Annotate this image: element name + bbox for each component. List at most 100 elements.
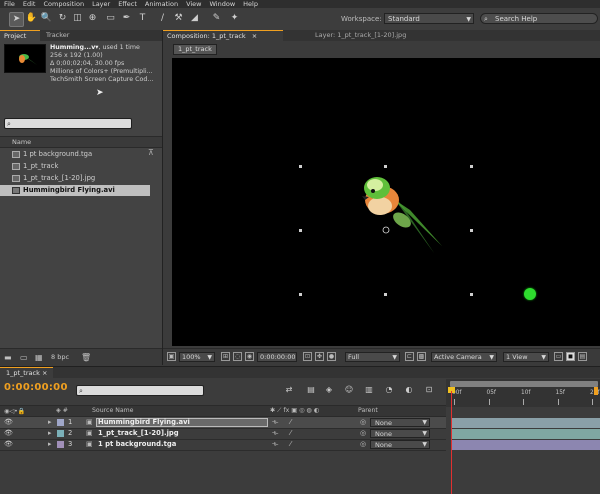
channel-icon[interactable]: ✤: [315, 352, 324, 361]
brainstorm-icon[interactable]: ◐: [404, 385, 414, 395]
motion-blur-icon[interactable]: ◔: [384, 385, 394, 395]
toggle-pixel-aspect-icon[interactable]: ▭: [554, 352, 563, 361]
timeline-current-time[interactable]: 0:00:00:00: [4, 382, 68, 393]
shy-switch-icon[interactable]: ⟛: [272, 428, 278, 439]
tab-project[interactable]: Project: [0, 30, 40, 41]
timeline-layer-row[interactable]: 👁 ▸ 3 ▣ 1 pt background.tga ⟛ ⁄ ◎ None ▼: [0, 439, 446, 451]
timeline-toggle-icon[interactable]: ▤: [578, 352, 587, 361]
color-channel-icon[interactable]: ●: [327, 352, 336, 361]
zoom-tool-icon[interactable]: 🔍: [40, 12, 53, 25]
camera-tool-icon[interactable]: ◫: [71, 12, 84, 25]
eye-icon[interactable]: 👁: [4, 439, 13, 450]
new-composition-icon[interactable]: ▦: [35, 353, 43, 362]
live-update-icon[interactable]: ▤: [306, 385, 316, 395]
camera-snapshot-icon[interactable]: ⊡: [303, 352, 312, 361]
parent-select[interactable]: None ▼: [370, 429, 430, 438]
composition-viewer[interactable]: [172, 58, 600, 346]
type-tool-icon[interactable]: T: [136, 12, 149, 25]
pen-tool-icon[interactable]: ✒: [120, 12, 133, 25]
view-layout-select[interactable]: 1 View ▼: [503, 352, 549, 362]
menu-window[interactable]: Window: [210, 0, 236, 8]
workspace-select[interactable]: Standard ▼: [384, 13, 474, 24]
source-name-column[interactable]: Source Name: [92, 407, 133, 414]
transform-handle[interactable]: [299, 165, 302, 168]
pick-whip-icon[interactable]: ◎: [360, 439, 366, 450]
tab-tracker[interactable]: Tracker: [42, 30, 78, 41]
current-time-field[interactable]: 0:00:00:00: [257, 352, 297, 362]
menu-effect[interactable]: Effect: [118, 0, 137, 8]
close-icon[interactable]: ×: [252, 32, 257, 40]
trash-icon[interactable]: 🗑: [81, 353, 91, 362]
always-preview-icon[interactable]: ▣: [167, 352, 176, 361]
work-area-bar[interactable]: [450, 381, 598, 387]
tab-timeline-comp[interactable]: 1_pt_track ×: [0, 367, 54, 379]
menu-file[interactable]: File: [4, 0, 15, 8]
eraser-tool-icon[interactable]: ◢: [188, 12, 201, 25]
camera-select[interactable]: Active Camera ▼: [431, 352, 497, 362]
expand-arrow-icon[interactable]: ▸: [48, 428, 52, 439]
interpret-footage-icon[interactable]: ▬: [4, 353, 12, 362]
transform-handle[interactable]: [470, 165, 473, 168]
snapshot-icon[interactable]: ◉: [245, 352, 254, 361]
shy-switch-icon[interactable]: ⟛: [272, 439, 278, 450]
project-list-item[interactable]: Hummingbird Flying.avi: [0, 185, 150, 196]
magnification-select[interactable]: 100% ▼: [179, 352, 215, 362]
selection-tool-icon[interactable]: ➤: [9, 12, 24, 27]
help-search-input[interactable]: ⌕ Search Help: [480, 13, 598, 24]
layer-duration-bar[interactable]: [452, 440, 600, 450]
transform-handle[interactable]: [384, 165, 387, 168]
rotate-tool-icon[interactable]: ↻: [56, 12, 69, 25]
puppet-pin-tool-icon[interactable]: ✦: [228, 12, 241, 25]
transform-handle[interactable]: [384, 293, 387, 296]
draft-3d-icon[interactable]: ◈: [324, 385, 334, 395]
eye-icon[interactable]: 👁: [4, 428, 13, 439]
transform-handle[interactable]: [299, 293, 302, 296]
project-column-header[interactable]: Name: [0, 136, 162, 148]
menu-layer[interactable]: Layer: [92, 0, 110, 8]
region-of-interest-icon[interactable]: ⊏: [405, 352, 414, 361]
resolution-select[interactable]: Full ▼: [345, 352, 400, 362]
frame-blending-icon[interactable]: ▥: [364, 385, 374, 395]
mask-visibility-icon[interactable]: ◌: [233, 352, 242, 361]
label-color-swatch[interactable]: [57, 419, 64, 426]
time-ruler[interactable]: 00f05f10f15f20f: [446, 379, 600, 407]
transform-handle[interactable]: [470, 229, 473, 232]
eye-icon[interactable]: 👁: [4, 417, 13, 428]
hand-tool-icon[interactable]: ✋: [25, 12, 38, 25]
project-list-item[interactable]: 1_pt_track: [0, 161, 150, 172]
parent-select[interactable]: None ▼: [370, 418, 430, 427]
layer-duration-bar[interactable]: [452, 418, 600, 428]
composition-breadcrumb[interactable]: 1_pt_track: [173, 44, 217, 55]
fast-previews-icon[interactable]: ◼: [566, 352, 575, 361]
parent-select[interactable]: None ▼: [370, 440, 430, 449]
parent-column[interactable]: Parent: [358, 407, 378, 414]
transform-handle[interactable]: [470, 293, 473, 296]
menu-animation[interactable]: Animation: [145, 0, 178, 8]
timeline-search-input[interactable]: ⌕: [76, 385, 204, 396]
label-color-swatch[interactable]: [57, 441, 64, 448]
new-folder-icon[interactable]: ▭: [20, 353, 28, 362]
tab-layer[interactable]: Layer: 1_pt_track_[1-20].jpg: [311, 30, 410, 41]
pick-whip-icon[interactable]: ◎: [360, 428, 366, 439]
graph-editor-icon[interactable]: ⊡: [424, 385, 434, 395]
bpc-indicator[interactable]: 8 bpc: [51, 353, 69, 361]
project-list-item[interactable]: 1 pt background.tga: [0, 149, 150, 160]
menu-help[interactable]: Help: [243, 0, 258, 8]
transparency-grid-icon[interactable]: ▩: [417, 352, 426, 361]
expand-arrow-icon[interactable]: ▸: [48, 439, 52, 450]
label-color-swatch[interactable]: [57, 430, 64, 437]
work-area-end-handle[interactable]: [594, 387, 598, 395]
menu-view[interactable]: View: [186, 0, 201, 8]
hide-shy-layers-icon[interactable]: ☺: [344, 385, 354, 395]
project-search-input[interactable]: ⌕: [4, 118, 132, 129]
safe-zones-icon[interactable]: ⊞: [221, 352, 230, 361]
quality-switch-icon[interactable]: ⁄: [290, 428, 291, 439]
quality-switch-icon[interactable]: ⁄: [290, 439, 291, 450]
brush-tool-icon[interactable]: ∕: [156, 12, 169, 25]
menu-composition[interactable]: Composition: [43, 0, 84, 8]
layer-duration-bar[interactable]: [452, 429, 600, 439]
clone-stamp-tool-icon[interactable]: ⚒: [172, 12, 185, 25]
menu-edit[interactable]: Edit: [23, 0, 36, 8]
pan-behind-tool-icon[interactable]: ⊕: [86, 12, 99, 25]
quality-switch-icon[interactable]: ⁄: [290, 417, 291, 428]
